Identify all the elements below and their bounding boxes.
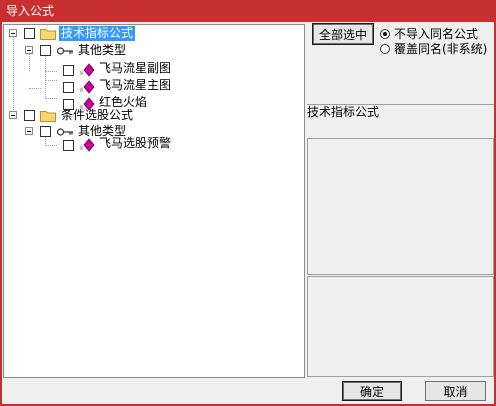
formula-info-box bbox=[307, 138, 494, 275]
tree-line bbox=[29, 54, 30, 71]
node-checkbox[interactable] bbox=[40, 126, 51, 137]
key-icon bbox=[56, 128, 73, 136]
tree-line bbox=[45, 54, 46, 99]
folder-icon bbox=[40, 111, 56, 122]
node-checkbox[interactable] bbox=[24, 28, 35, 39]
formula-type-text: 技术指标公式 bbox=[307, 105, 380, 119]
collapse-toggle[interactable] bbox=[25, 46, 33, 54]
cancel-button[interactable]: 取消 bbox=[425, 381, 486, 401]
node-checkbox[interactable] bbox=[63, 140, 74, 151]
collapse-toggle[interactable] bbox=[25, 127, 33, 135]
formula-tree[interactable]: 技术指标公式 其他类型 飞马流星副图 飞马流星主图 红色火焰 条件选股公式 其他… bbox=[3, 24, 305, 378]
node-label[interactable]: 技术指标公式 bbox=[59, 26, 136, 41]
formula-icon bbox=[80, 138, 95, 152]
formula-type-label: 技术指标公式 bbox=[307, 104, 494, 120]
radio-overwrite-duplicates-label[interactable]: 覆盖同名(非系统) bbox=[394, 42, 487, 56]
node-checkbox[interactable] bbox=[24, 110, 35, 121]
tree-line bbox=[45, 71, 57, 72]
select-all-button[interactable]: 全部选中 bbox=[312, 23, 374, 45]
title-bar[interactable]: 导入公式 bbox=[0, 0, 496, 22]
formula-icon bbox=[80, 63, 95, 77]
node-label[interactable]: 飞马流星主图 bbox=[99, 78, 171, 93]
node-checkbox[interactable] bbox=[63, 65, 74, 76]
tree-line bbox=[45, 98, 57, 99]
node-label[interactable]: 条件选股公式 bbox=[61, 108, 133, 123]
key-icon bbox=[56, 47, 73, 55]
node-label[interactable]: 飞马选股预警 bbox=[99, 136, 171, 151]
tree-line bbox=[29, 88, 41, 89]
node-label[interactable]: 飞马流星副图 bbox=[99, 61, 171, 76]
tree-line bbox=[45, 80, 57, 81]
radio-overwrite-duplicates[interactable] bbox=[380, 44, 390, 54]
folder-icon bbox=[40, 29, 56, 40]
formula-description-box bbox=[307, 276, 494, 377]
formula-icon bbox=[80, 80, 95, 94]
ok-button[interactable]: 确定 bbox=[342, 381, 402, 401]
node-checkbox[interactable] bbox=[40, 45, 51, 56]
collapse-toggle[interactable] bbox=[9, 111, 17, 119]
window-title: 导入公式 bbox=[6, 4, 55, 18]
tree-line bbox=[13, 37, 14, 114]
node-checkbox[interactable] bbox=[63, 82, 74, 93]
window-border-left bbox=[0, 22, 2, 406]
radio-skip-duplicates-label[interactable]: 不导入同名公式 bbox=[394, 27, 478, 41]
node-label[interactable]: 其他类型 bbox=[78, 43, 126, 58]
radio-skip-duplicates[interactable] bbox=[380, 29, 390, 39]
tree-line bbox=[45, 145, 57, 146]
collapse-toggle[interactable] bbox=[9, 29, 17, 37]
